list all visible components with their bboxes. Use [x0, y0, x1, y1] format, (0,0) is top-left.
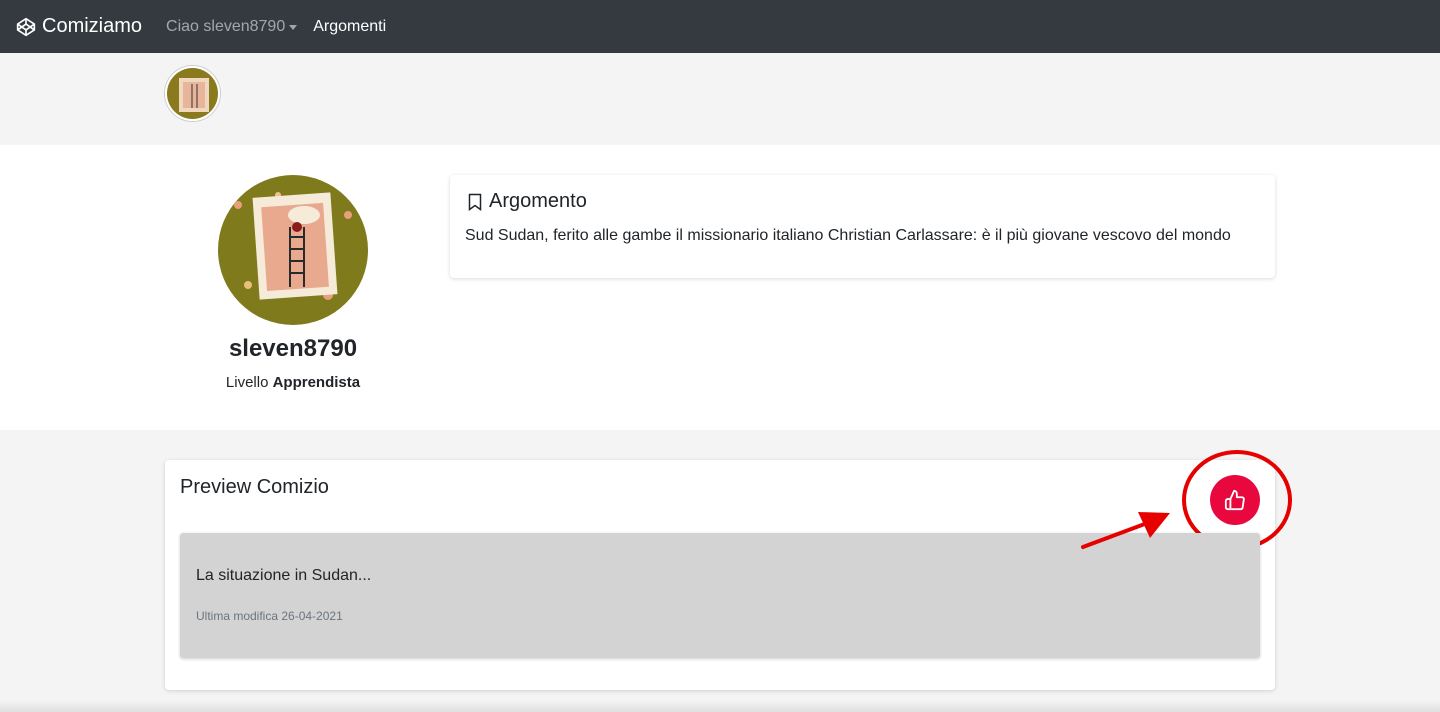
like-button[interactable]: [1210, 475, 1260, 525]
codepen-cube-icon: [16, 17, 36, 36]
level-value: Apprendista: [272, 374, 361, 391]
brand-name: Comiziamo: [42, 15, 143, 37]
avatar-thumbnail[interactable]: [165, 66, 220, 121]
nav-link-argomenti[interactable]: Argomenti: [313, 18, 386, 36]
caret-down-icon: [289, 25, 298, 30]
thumbs-up-icon: [1224, 489, 1245, 511]
profile-level: Livello Apprendista: [180, 374, 406, 391]
page-bottom-edge: [0, 700, 1440, 712]
level-label: Livello: [225, 374, 269, 391]
profile-username: sleven8790: [228, 335, 358, 362]
avatar: [218, 175, 368, 325]
preview-title: Preview Comizio: [180, 476, 329, 498]
navbar: Comiziamo Ciao sleven8790 Argomenti: [0, 0, 1440, 53]
annotation-arrow: [1081, 512, 1170, 549]
topic-header: Argomento: [468, 190, 587, 213]
preview-card: Preview Comizio La situazione in Sudan..…: [165, 450, 1292, 690]
topic-card: Argomento Sud Sudan, ferito alle gambe i…: [450, 175, 1275, 278]
comizio-date: Ultima modifica 26-04-2021: [196, 609, 343, 623]
topic-text: Sud Sudan, ferito alle gambe il missiona…: [465, 227, 1231, 244]
brand-link[interactable]: Comiziamo: [16, 15, 142, 38]
user-dropdown[interactable]: Ciao sleven8790: [166, 17, 298, 36]
bookmark-icon: [468, 193, 482, 211]
profile-section: sleven8790 Livello Apprendista Argomento…: [0, 145, 1440, 430]
topic-title: Argomento: [489, 190, 587, 212]
comizio-title: La situazione in Sudan...: [196, 567, 372, 584]
avatar-image: [167, 68, 218, 119]
avatar-image: [218, 175, 368, 325]
user-dropdown-label: Ciao sleven8790: [166, 17, 286, 35]
